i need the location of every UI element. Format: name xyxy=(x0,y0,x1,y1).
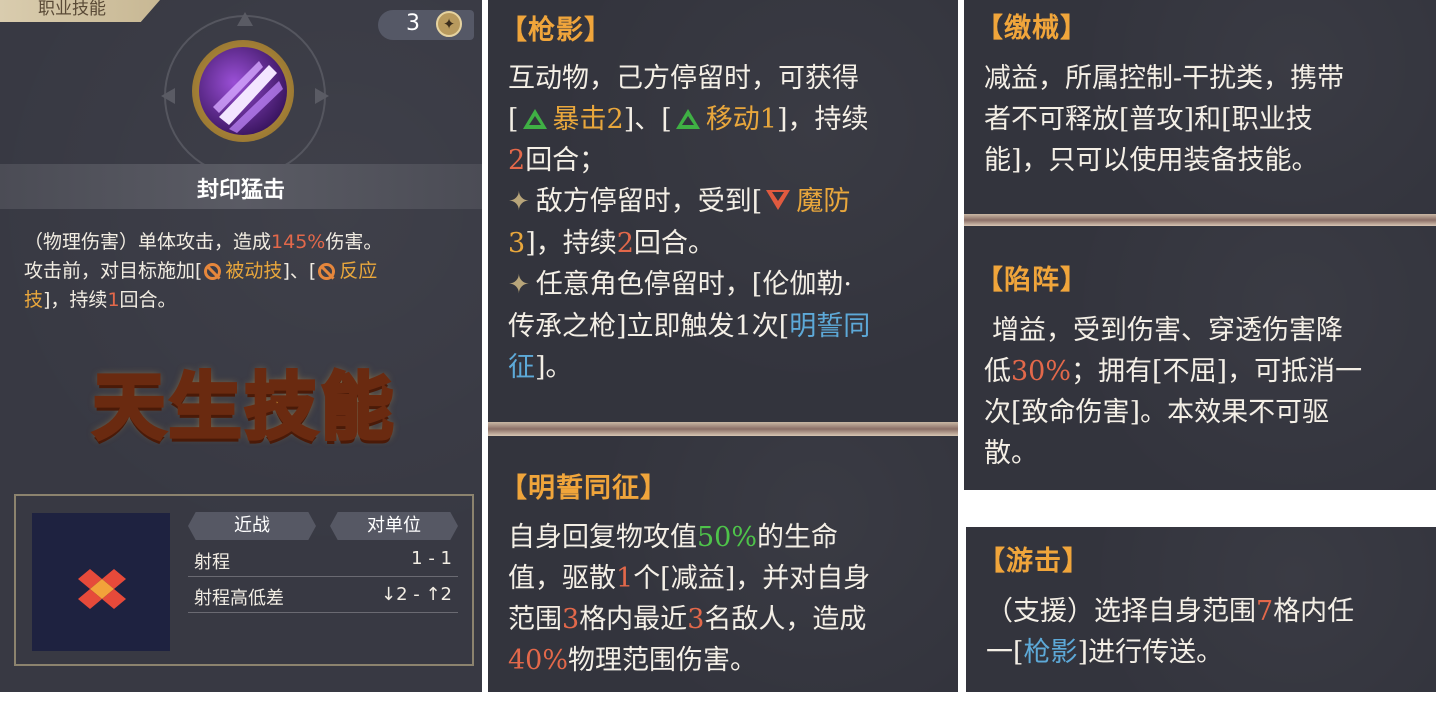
range-value: 1 - 1 xyxy=(411,548,452,569)
slash-icon xyxy=(213,61,283,133)
height-diff-label: 射程高低差 xyxy=(194,588,284,609)
buff-up-icon xyxy=(522,109,547,129)
xianzhen-text: 增益，受到伤害、穿透伤害降 低30%；拥有[不屈]，可抵消一 次[致命伤害]。本… xyxy=(984,315,1363,469)
skill-name-bar: 封印猛击 xyxy=(0,164,482,209)
xianzhen-card: 【陷阵】 增益，受到伤害、穿透伤害降 低30%；拥有[不屈]，可抵消一 次[致命… xyxy=(964,226,1436,490)
mingshi-card: 【明誓同征】 自身回复物攻值50%的生命 值，驱散1个[减益]，并对自身 范围3… xyxy=(488,436,958,692)
youji-title: 【游击】 xyxy=(978,546,1090,577)
target-pattern-icon xyxy=(78,569,126,609)
skill-description: （物理伤害）单体攻击，造成145%伤害。 攻击前，对目标施加[被动技]、[反应 … xyxy=(24,231,383,311)
xianzhen-title: 【陷阵】 xyxy=(976,265,1088,296)
skill-icon xyxy=(192,40,294,142)
range-row: 射程 1 - 1 xyxy=(188,544,458,577)
innate-skill-banner: 天生技能 xyxy=(91,363,397,451)
ban-icon xyxy=(318,263,336,280)
cost-badge: 3 ✦ xyxy=(378,10,474,40)
height-diff-row: 射程高低差 ↓2 - ↑2 xyxy=(188,580,458,613)
ban-icon xyxy=(204,263,222,280)
target-type-tag: 对单位 xyxy=(330,512,458,540)
debuff-down-icon xyxy=(766,190,791,210)
range-box: 近战 对单位 射程 1 - 1 射程高低差 ↓2 - ↑2 xyxy=(14,494,474,666)
qiangying-title: 【枪影】 xyxy=(500,15,612,46)
qiangying-card: 【枪影】 互动物，己方停留时，可获得 [暴击2]、[移动1]，持续 2回合； ✦… xyxy=(488,0,958,422)
youji-card: 【游击】 （支援）选择自身范围7格内任 一[枪影]进行传送。 xyxy=(966,527,1436,692)
sparkle-icon: ✦ xyxy=(508,187,530,217)
mingshi-title: 【明誓同征】 xyxy=(500,473,668,504)
section-divider xyxy=(964,214,1436,226)
youji-text: （支援）选择自身范围7格内任 一[枪影]进行传送。 xyxy=(986,596,1355,668)
skill-card: 职业技能 3 ✦ 封印猛击 （物理伤害）单体攻击，造成145%伤害。 攻击前，对… xyxy=(0,0,482,692)
section-divider xyxy=(488,422,958,436)
skill-name: 封印猛击 xyxy=(196,178,285,203)
range-grid xyxy=(32,513,170,651)
mingshi-text: 自身回复物攻值50%的生命 值，驱散1个[减益]，并对自身 范围3格内最近3名敌… xyxy=(508,522,871,676)
jiaoxie-card: 【缴械】 减益，所属控制-干扰类，携带 者不可释放[普攻]和[职业技 能]，只可… xyxy=(964,0,1436,214)
buff-up-icon xyxy=(675,109,700,129)
energy-icon: ✦ xyxy=(436,11,462,37)
jiaoxie-text: 减益，所属控制-干扰类，携带 者不可释放[普攻]和[职业技 能]，只可以使用装备… xyxy=(984,63,1345,176)
range-label: 射程 xyxy=(194,552,230,573)
sparkle-icon: ✦ xyxy=(508,270,530,300)
cost-value: 3 xyxy=(406,11,420,36)
qiangying-text: 互动物，己方停留时，可获得 [暴击2]、[移动1]，持续 2回合； ✦ 敌方停留时… xyxy=(508,63,871,383)
jiaoxie-title: 【缴械】 xyxy=(976,13,1088,44)
range-type-tag: 近战 xyxy=(188,512,316,540)
height-diff-value: ↓2 - ↑2 xyxy=(380,584,452,605)
skill-category-label: 职业技能 xyxy=(38,0,106,19)
